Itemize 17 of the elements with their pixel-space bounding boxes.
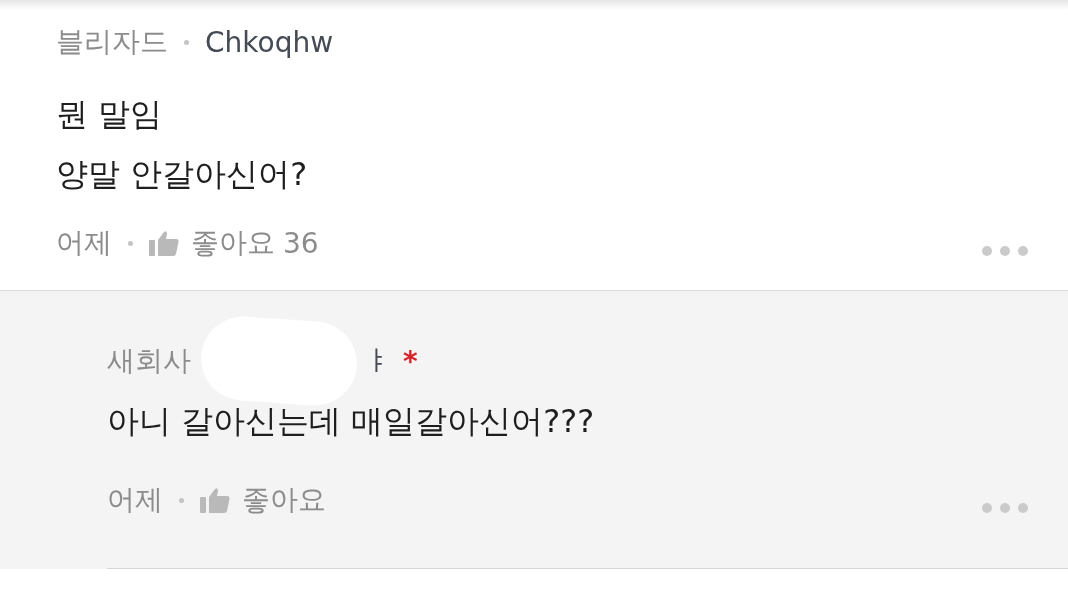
thumbs-up-icon [149,230,179,256]
board-name: 블리자드 [56,24,168,60]
separator-dot [179,497,184,503]
more-options-icon[interactable] [982,246,1028,256]
separator-dot [128,240,133,246]
thumbs-up-icon [200,487,230,513]
comment-text: 뭔 말임 [56,94,164,135]
comment-time: 어제 [56,225,112,261]
comment-text: 양말 안갈아신어? [56,154,309,195]
more-options-icon[interactable] [982,503,1028,513]
board-name: 새회사 [107,343,191,379]
comment-text: 아니 갈아신는데 매일갈아신어??? [107,401,596,442]
author-name[interactable]: Chkoqhw [205,25,334,59]
separator-dot [184,39,189,45]
author-name[interactable]: ㅑ [363,342,391,380]
author-mark-label: * [403,344,418,378]
comment-time: 어제 [107,482,163,518]
